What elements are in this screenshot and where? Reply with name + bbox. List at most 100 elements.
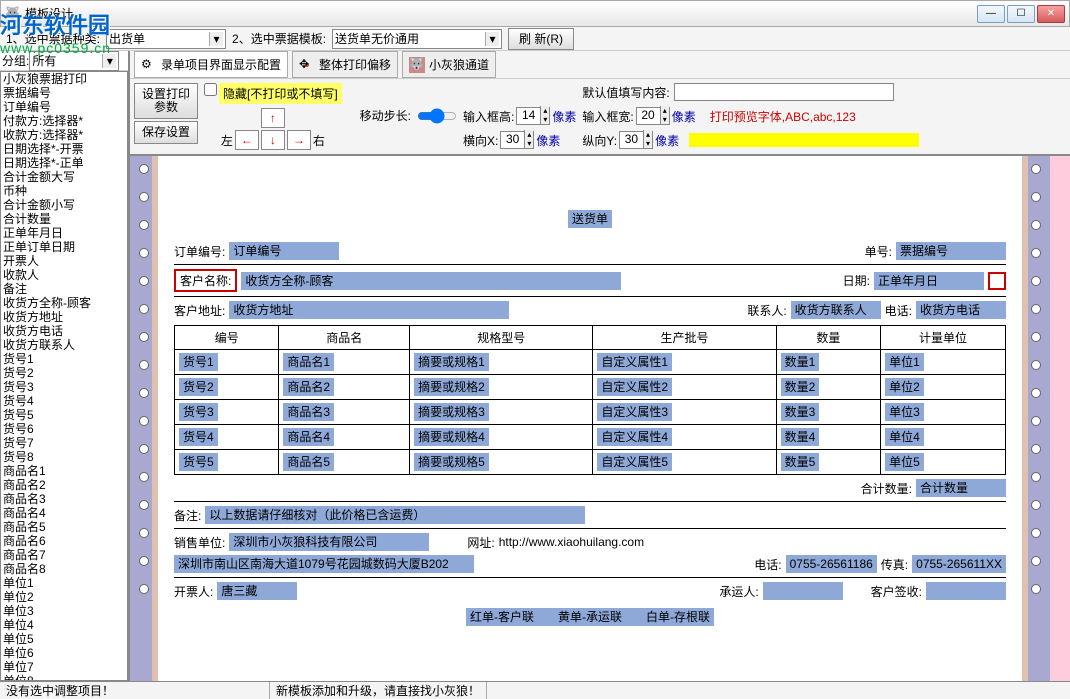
- table-cell[interactable]: 商品名5: [283, 453, 334, 471]
- table-cell[interactable]: 数量3: [781, 403, 820, 421]
- table-cell[interactable]: 商品名4: [283, 428, 334, 446]
- default-value-input[interactable]: [674, 83, 894, 101]
- list-item[interactable]: 单位2: [1, 590, 127, 604]
- list-item[interactable]: 合计数量: [1, 212, 127, 226]
- table-cell[interactable]: 数量2: [781, 378, 820, 396]
- close-button[interactable]: ✕: [1037, 5, 1065, 23]
- table-cell[interactable]: 摘要或规格2: [414, 378, 489, 396]
- list-item[interactable]: 商品名8: [1, 562, 127, 576]
- table-cell[interactable]: 单位5: [885, 453, 924, 471]
- page-preview[interactable]: 送货单 订单编号: 订单编号 单号: 票据编号 客户名称: 收货方全称-顾客 日…: [158, 156, 1022, 681]
- list-item[interactable]: 收货方电话: [1, 324, 127, 338]
- table-cell[interactable]: 自定义属性5: [597, 453, 672, 471]
- maximize-button[interactable]: ☐: [1007, 5, 1035, 23]
- list-item[interactable]: 货号5: [1, 408, 127, 422]
- table-cell[interactable]: 货号5: [179, 453, 218, 471]
- list-item[interactable]: 货号6: [1, 422, 127, 436]
- field-drawer[interactable]: 唐三藏: [217, 582, 297, 600]
- list-item[interactable]: 商品名1: [1, 464, 127, 478]
- right-button[interactable]: →: [287, 130, 311, 150]
- bill-type-combo[interactable]: ▾: [106, 29, 226, 49]
- y-spin[interactable]: 30: [619, 131, 653, 149]
- group-combo[interactable]: ▾: [29, 51, 119, 71]
- customer-name-label[interactable]: 客户名称:: [174, 269, 237, 292]
- table-cell[interactable]: 商品名3: [283, 403, 334, 421]
- table-cell[interactable]: 自定义属性4: [597, 428, 672, 446]
- list-item[interactable]: 单位1: [1, 576, 127, 590]
- field-remark[interactable]: 以上数据请仔细核对（此价格已含运费）: [205, 506, 585, 524]
- list-item[interactable]: 货号8: [1, 450, 127, 464]
- field-date[interactable]: 正单年月日: [874, 272, 984, 290]
- table-cell[interactable]: 摘要或规格1: [414, 353, 489, 371]
- list-item[interactable]: 商品名4: [1, 506, 127, 520]
- down-button[interactable]: ↓: [261, 130, 285, 150]
- table-cell[interactable]: 数量1: [781, 353, 820, 371]
- list-item[interactable]: 收货方联系人: [1, 338, 127, 352]
- field-addr2[interactable]: 深圳市南山区南海大道1079号花园城数码大厦B202: [174, 555, 474, 573]
- list-item[interactable]: 商品名3: [1, 492, 127, 506]
- table-cell[interactable]: 摘要或规格5: [414, 453, 489, 471]
- field-copies[interactable]: 红单-客户联 黄单-承运联 白单-存根联: [466, 608, 714, 626]
- field-seller[interactable]: 深圳市小灰狼科技有限公司: [229, 533, 429, 551]
- list-item[interactable]: 正单订单日期: [1, 240, 127, 254]
- table-cell[interactable]: 数量5: [781, 453, 820, 471]
- tab-print-offset[interactable]: ✥整体打印偏移: [292, 51, 398, 78]
- table-cell[interactable]: 自定义属性1: [597, 353, 672, 371]
- tab-display-config[interactable]: ⚙录单项目界面显示配置: [134, 51, 288, 78]
- x-spin[interactable]: 30: [500, 131, 534, 149]
- list-item[interactable]: 币种: [1, 184, 127, 198]
- table-cell[interactable]: 数量4: [781, 428, 820, 446]
- field-list[interactable]: 小灰狼票据打印票据编号订单编号付款方:选择器*收款方:选择器*日期选择*-开票日…: [0, 71, 128, 681]
- list-item[interactable]: 货号1: [1, 352, 127, 366]
- list-item[interactable]: 合计金额大写: [1, 170, 127, 184]
- template-combo[interactable]: ▾: [332, 29, 502, 49]
- field-cust-sign[interactable]: [926, 582, 1006, 600]
- field-bill-no[interactable]: 票据编号: [896, 242, 1006, 260]
- step-slider[interactable]: [417, 108, 457, 124]
- list-item[interactable]: 付款方:选择器*: [1, 114, 127, 128]
- field-customer-name[interactable]: 收货方全称-顾客: [241, 272, 621, 290]
- list-item[interactable]: 单位4: [1, 618, 127, 632]
- set-print-params-button[interactable]: 设置打印参数: [134, 83, 198, 119]
- table-cell[interactable]: 摘要或规格3: [414, 403, 489, 421]
- list-item[interactable]: 收款人: [1, 268, 127, 282]
- table-cell[interactable]: 货号4: [179, 428, 218, 446]
- field-order-no[interactable]: 订单编号: [229, 242, 339, 260]
- list-item[interactable]: 票据编号: [1, 86, 127, 100]
- list-item[interactable]: 合计金额小写: [1, 198, 127, 212]
- list-item[interactable]: 小灰狼票据打印: [1, 72, 127, 86]
- field-address[interactable]: 收货方地址: [229, 301, 509, 319]
- list-item[interactable]: 商品名6: [1, 534, 127, 548]
- table-cell[interactable]: 货号2: [179, 378, 218, 396]
- hide-checkbox[interactable]: [204, 83, 217, 96]
- selection-handle[interactable]: [988, 272, 1006, 290]
- table-cell[interactable]: 单位4: [885, 428, 924, 446]
- minimize-button[interactable]: —: [977, 5, 1005, 23]
- list-item[interactable]: 货号3: [1, 380, 127, 394]
- list-item[interactable]: 正单年月日: [1, 226, 127, 240]
- list-item[interactable]: 货号4: [1, 394, 127, 408]
- left-button[interactable]: ←: [235, 130, 259, 150]
- field-carrier[interactable]: [763, 582, 843, 600]
- list-item[interactable]: 商品名2: [1, 478, 127, 492]
- save-settings-button[interactable]: 保存设置: [134, 121, 198, 144]
- table-cell[interactable]: 货号1: [179, 353, 218, 371]
- field-tel[interactable]: 收货方电话: [916, 301, 1006, 319]
- list-item[interactable]: 订单编号: [1, 100, 127, 114]
- list-item[interactable]: 日期选择*-开票: [1, 142, 127, 156]
- height-spin[interactable]: 14: [516, 107, 550, 125]
- table-cell[interactable]: 摘要或规格4: [414, 428, 489, 446]
- list-item[interactable]: 收货方全称-顾客: [1, 296, 127, 310]
- list-item[interactable]: 商品名7: [1, 548, 127, 562]
- field-fax[interactable]: 0755-265611XX: [912, 555, 1006, 573]
- doc-title[interactable]: 送货单: [568, 210, 612, 228]
- list-item[interactable]: 单位6: [1, 646, 127, 660]
- table-cell[interactable]: 商品名1: [283, 353, 334, 371]
- tab-wolf-channel[interactable]: 🐺小灰狼通道: [402, 51, 496, 78]
- table-cell[interactable]: 单位2: [885, 378, 924, 396]
- list-item[interactable]: 开票人: [1, 254, 127, 268]
- list-item[interactable]: 单位8: [1, 674, 127, 681]
- table-cell[interactable]: 单位3: [885, 403, 924, 421]
- field-contact[interactable]: 收货方联系人: [791, 301, 881, 319]
- list-item[interactable]: 单位5: [1, 632, 127, 646]
